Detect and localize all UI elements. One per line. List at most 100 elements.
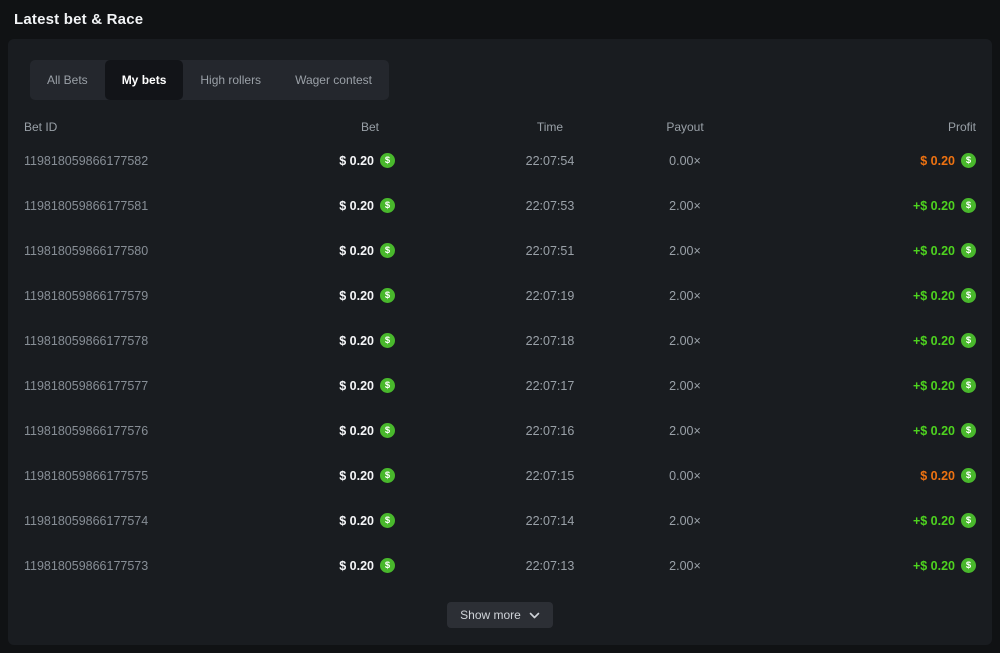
payout-cell: 2.00× (585, 273, 785, 318)
bet-cell: $ 0.20 $ (339, 183, 395, 228)
bets-tab-bar: All Bets My bets High rollers Wager cont… (30, 60, 389, 100)
profit-cell: +$ 0.20 $ (913, 318, 976, 363)
profit-cell: +$ 0.20 $ (913, 498, 976, 543)
table-row[interactable]: 119818059866177574 $ 0.20 $ 22:07:14 2.0… (24, 498, 976, 543)
bet-cell: $ 0.20 $ (339, 453, 395, 498)
bet-id-cell: 119818059866177578 (24, 318, 148, 363)
profit-cell: $ 0.20 $ (920, 453, 976, 498)
bet-amount: $ 0.20 (339, 289, 374, 303)
table-row[interactable]: 119818059866177581 $ 0.20 $ 22:07:53 2.0… (24, 183, 976, 228)
bet-cell: $ 0.20 $ (339, 543, 395, 588)
bet-cell: $ 0.20 $ (339, 498, 395, 543)
coin-icon: $ (961, 198, 976, 213)
bet-amount: $ 0.20 (339, 199, 374, 213)
bet-amount: $ 0.20 (339, 379, 374, 393)
tab-wager-contest[interactable]: Wager contest (278, 60, 389, 100)
bet-cell: $ 0.20 $ (339, 228, 395, 273)
bet-id-cell: 119818059866177582 (24, 138, 148, 183)
coin-icon: $ (380, 288, 395, 303)
profit-amount: +$ 0.20 (913, 244, 955, 258)
profit-amount: +$ 0.20 (913, 379, 955, 393)
coin-icon: $ (380, 198, 395, 213)
payout-cell: 2.00× (585, 183, 785, 228)
payout-cell: 2.00× (585, 408, 785, 453)
payout-cell: 2.00× (585, 228, 785, 273)
payout-cell: 2.00× (585, 498, 785, 543)
coin-icon: $ (961, 468, 976, 483)
bet-cell: $ 0.20 $ (339, 273, 395, 318)
table-row[interactable]: 119818059866177579 $ 0.20 $ 22:07:19 2.0… (24, 273, 976, 318)
bet-amount: $ 0.20 (339, 424, 374, 438)
tab-my-bets[interactable]: My bets (105, 60, 184, 100)
profit-cell: +$ 0.20 $ (913, 183, 976, 228)
bets-panel: All Bets My bets High rollers Wager cont… (8, 39, 992, 645)
bet-id-cell: 119818059866177581 (24, 183, 148, 228)
bet-cell: $ 0.20 $ (339, 138, 395, 183)
profit-cell: +$ 0.20 $ (913, 273, 976, 318)
payout-cell: 2.00× (585, 363, 785, 408)
bet-amount: $ 0.20 (339, 154, 374, 168)
column-header-profit: Profit (948, 116, 976, 138)
payout-cell: 2.00× (585, 318, 785, 363)
coin-icon: $ (380, 153, 395, 168)
bet-amount: $ 0.20 (339, 469, 374, 483)
table-row[interactable]: 119818059866177582 $ 0.20 $ 22:07:54 0.0… (24, 138, 976, 183)
bet-cell: $ 0.20 $ (339, 363, 395, 408)
page-title: Latest bet & Race (14, 11, 143, 28)
bet-id-cell: 119818059866177573 (24, 543, 148, 588)
profit-amount: $ 0.20 (920, 469, 955, 483)
profit-amount: $ 0.20 (920, 154, 955, 168)
coin-icon: $ (380, 423, 395, 438)
payout-cell: 0.00× (585, 453, 785, 498)
coin-icon: $ (961, 423, 976, 438)
coin-icon: $ (380, 468, 395, 483)
bet-id-cell: 119818059866177580 (24, 228, 148, 273)
bet-id-cell: 119818059866177575 (24, 453, 148, 498)
profit-cell: $ 0.20 $ (920, 138, 976, 183)
chevron-down-icon (529, 612, 540, 619)
coin-icon: $ (961, 153, 976, 168)
coin-icon: $ (961, 378, 976, 393)
bet-cell: $ 0.20 $ (339, 318, 395, 363)
profit-amount: +$ 0.20 (913, 514, 955, 528)
bet-amount: $ 0.20 (339, 559, 374, 573)
table-header: Bet ID Bet Time Payout Profit (24, 116, 976, 138)
coin-icon: $ (961, 333, 976, 348)
show-more-label: Show more (460, 608, 521, 622)
table-row[interactable]: 119818059866177575 $ 0.20 $ 22:07:15 0.0… (24, 453, 976, 498)
coin-icon: $ (380, 378, 395, 393)
column-header-bet: Bet (361, 116, 379, 138)
bet-id-cell: 119818059866177576 (24, 408, 148, 453)
bet-cell: $ 0.20 $ (339, 408, 395, 453)
show-more-button[interactable]: Show more (447, 602, 553, 628)
profit-amount: +$ 0.20 (913, 559, 955, 573)
column-header-payout: Payout (585, 116, 785, 138)
bet-id-cell: 119818059866177577 (24, 363, 148, 408)
profit-amount: +$ 0.20 (913, 424, 955, 438)
coin-icon: $ (380, 243, 395, 258)
payout-cell: 2.00× (585, 543, 785, 588)
payout-cell: 0.00× (585, 138, 785, 183)
coin-icon: $ (961, 558, 976, 573)
coin-icon: $ (961, 513, 976, 528)
coin-icon: $ (961, 288, 976, 303)
profit-amount: +$ 0.20 (913, 289, 955, 303)
bet-id-cell: 119818059866177574 (24, 498, 148, 543)
profit-cell: +$ 0.20 $ (913, 228, 976, 273)
tab-all-bets[interactable]: All Bets (30, 60, 105, 100)
profit-amount: +$ 0.20 (913, 199, 955, 213)
table-row[interactable]: 119818059866177577 $ 0.20 $ 22:07:17 2.0… (24, 363, 976, 408)
table-row[interactable]: 119818059866177578 $ 0.20 $ 22:07:18 2.0… (24, 318, 976, 363)
bet-amount: $ 0.20 (339, 514, 374, 528)
table-row[interactable]: 119818059866177580 $ 0.20 $ 22:07:51 2.0… (24, 228, 976, 273)
bet-amount: $ 0.20 (339, 334, 374, 348)
table-row[interactable]: 119818059866177573 $ 0.20 $ 22:07:13 2.0… (24, 543, 976, 588)
coin-icon: $ (380, 558, 395, 573)
page-header: Latest bet & Race (0, 0, 1000, 39)
tab-high-rollers[interactable]: High rollers (183, 60, 278, 100)
table-row[interactable]: 119818059866177576 $ 0.20 $ 22:07:16 2.0… (24, 408, 976, 453)
bet-amount: $ 0.20 (339, 244, 374, 258)
coin-icon: $ (380, 513, 395, 528)
coin-icon: $ (961, 243, 976, 258)
profit-amount: +$ 0.20 (913, 334, 955, 348)
